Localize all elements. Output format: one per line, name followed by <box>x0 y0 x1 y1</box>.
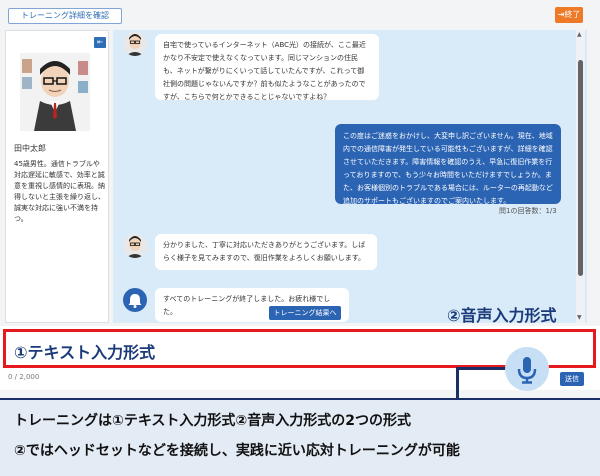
training-result-button[interactable]: トレーニング結果へ <box>269 306 341 320</box>
microphone-icon <box>517 357 537 384</box>
send-button[interactable]: 送信 <box>560 372 584 386</box>
top-toolbar: トレーニング詳細を確認 ⇥終了 <box>0 0 600 26</box>
persona-sidebar: ⇤ 田中太郎 45歳男性。通信トラブルや対応遅延に敏感で、効率と誠意を重視し感情… <box>5 30 109 323</box>
scroll-up-icon[interactable]: ▲ <box>577 31 582 38</box>
customer-message-2: 分かりました、丁寧に対応いただきありがとうございます。しばらく様子を見てみますの… <box>155 234 377 270</box>
training-detail-button[interactable]: トレーニング詳細を確認 <box>8 8 122 24</box>
mic-button[interactable] <box>505 347 549 391</box>
text-mode-label: ①テキスト入力形式 <box>14 343 156 362</box>
callout-connector-vertical <box>456 367 459 401</box>
caption-line-2: ②ではヘッドセットなどを接続し、実践に近い応対トレーニングが可能 <box>14 443 460 459</box>
persona-description: 45歳男性。通信トラブルや対応遅延に敏感で、効率と誠意を重視し感情的に表現。納得… <box>14 160 105 223</box>
customer-avatar <box>123 234 147 258</box>
end-button-label: 終了 <box>564 10 581 19</box>
scroll-down-icon[interactable]: ▼ <box>577 314 582 321</box>
operator-message: この度はご迷惑をおかけし、大変申し訳ございません。現在、地域内での通信障害が発生… <box>335 124 561 205</box>
answer-count: 問1の回答数：1/3 <box>499 207 557 215</box>
persona-avatar <box>20 53 90 131</box>
persona-name: 田中太郎 <box>14 144 46 153</box>
bell-icon <box>128 294 142 308</box>
voice-mode-label: ②音声入力形式 <box>447 306 557 325</box>
end-button[interactable]: ⇥終了 <box>555 7 583 23</box>
customer-message-1: 自宅で使っているインターネット（ABC光）の接続が、ここ最近かなり不安定で使えな… <box>155 34 379 101</box>
callout-connector <box>456 367 508 370</box>
caption-line-1: トレーニングは①テキスト入力形式②音声入力形式の2つの形式 <box>14 413 412 429</box>
collapse-left-icon[interactable]: ⇤ <box>94 37 106 48</box>
chat-panel: 自宅で使っているインターネット（ABC光）の接続が、ここ最近かなり不安定で使えな… <box>113 30 587 323</box>
system-avatar <box>123 288 147 312</box>
customer-avatar <box>123 32 147 56</box>
scroll-thumb[interactable] <box>578 60 583 276</box>
char-count: 0 / 2,000 <box>8 373 40 381</box>
